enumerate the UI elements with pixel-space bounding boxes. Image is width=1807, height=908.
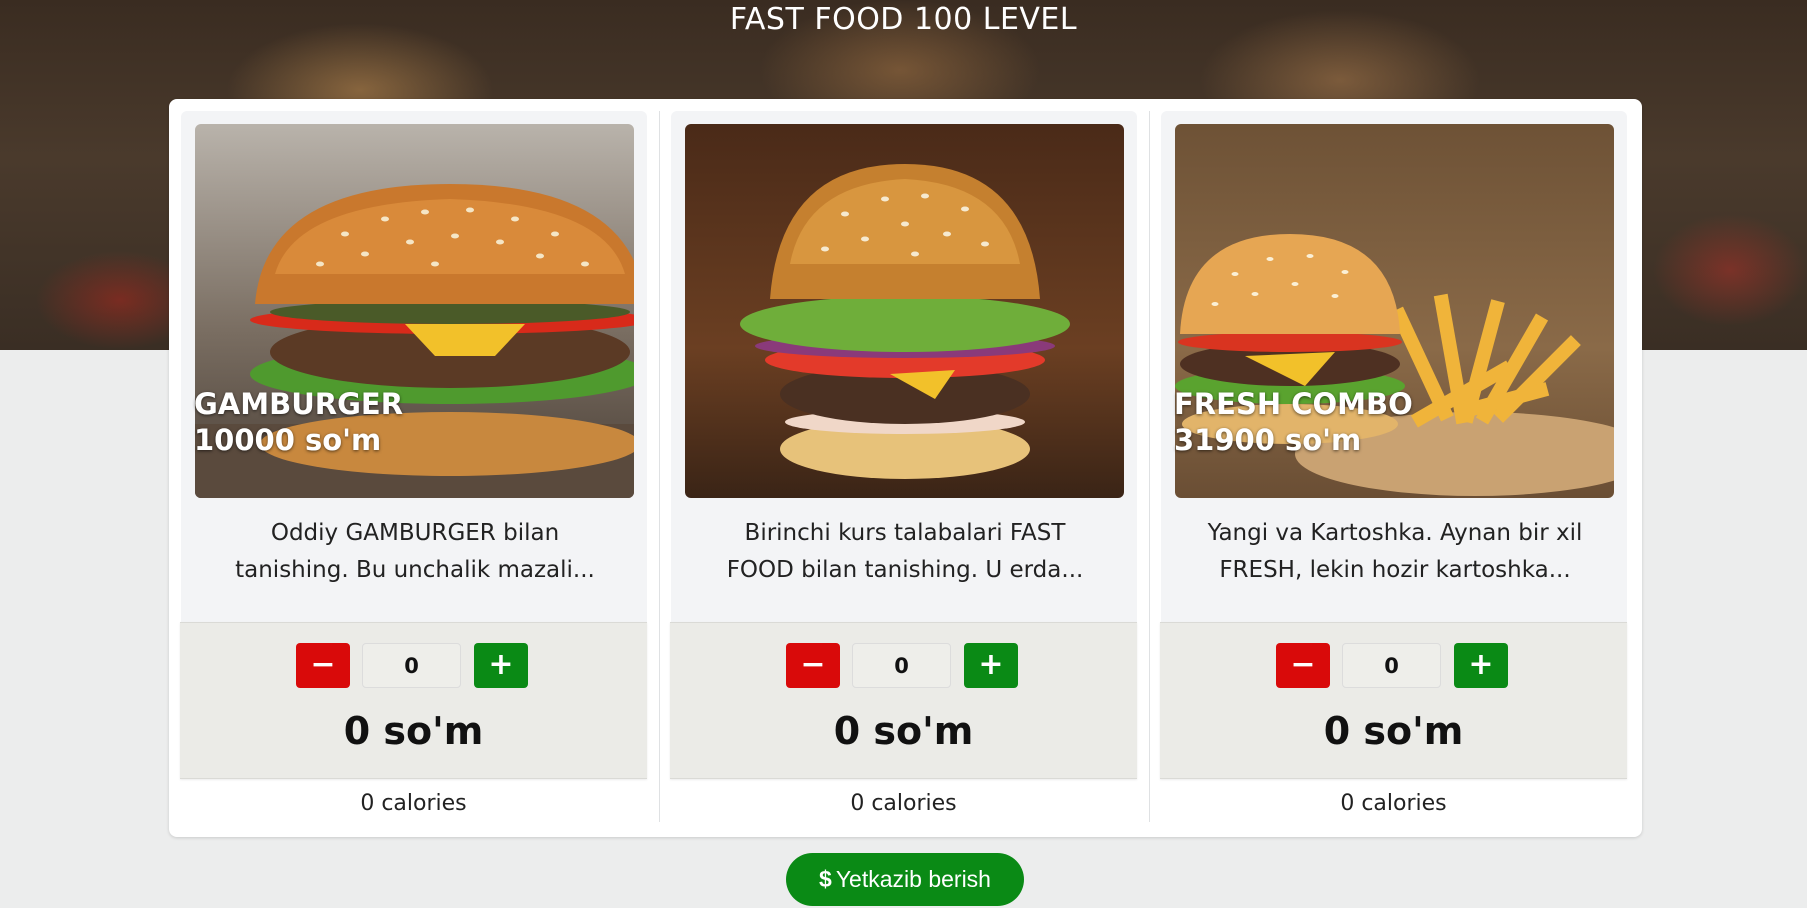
description-line: FOOD bilan tanishing. U erda... — [726, 557, 1084, 583]
product-card-2: Birinchi kurs talabalari FAST FOOD bilan… — [659, 111, 1137, 822]
decrease-button[interactable]: − — [1276, 643, 1330, 688]
decrease-button[interactable]: − — [296, 643, 350, 688]
product-price: 10000 so'm — [194, 423, 382, 457]
quantity-input[interactable] — [852, 643, 951, 688]
delivery-button[interactable]: $ Yetkazib berish — [786, 853, 1024, 906]
product-card-fresh-combo: FRESH COMBO 31900 so'm Yangi va Kartoshk… — [1149, 111, 1627, 822]
product-description: Birinchi kurs talabalari FAST FOOD bilan… — [709, 515, 1101, 589]
quantity-input[interactable] — [1342, 643, 1441, 688]
product-image — [685, 124, 1124, 498]
description-line: Birinchi kurs talabalari FAST — [744, 520, 1066, 546]
item-total: 0 so'm — [833, 709, 974, 753]
dollar-icon: $ — [819, 866, 832, 892]
item-total: 0 so'm — [1323, 709, 1464, 753]
delivery-button-label: Yetkazib berish — [835, 866, 991, 892]
description-line: tanishing. Bu unchalik mazali... — [235, 557, 595, 583]
quantity-controls: − + 0 so'm — [670, 622, 1137, 779]
product-description: Oddiy GAMBURGER bilan tanishing. Bu unch… — [219, 515, 611, 589]
product-name: FRESH COMBO — [1174, 387, 1413, 421]
page-title: FAST FOOD 100 LEVEL — [729, 2, 1078, 37]
calories-label: 0 calories — [1340, 791, 1447, 816]
increase-button[interactable]: + — [474, 643, 528, 688]
product-card-gamburger: GAMBURGER 10000 so'm Oddiy GAMBURGER bil… — [169, 111, 647, 822]
calories-label: 0 calories — [360, 791, 467, 816]
product-price: 31900 so'm — [1174, 423, 1362, 457]
description-line: Oddiy GAMBURGER bilan — [270, 520, 560, 546]
decrease-button[interactable]: − — [786, 643, 840, 688]
quantity-controls: − + 0 so'm — [1160, 622, 1627, 779]
item-total: 0 so'm — [343, 709, 484, 753]
description-line: FRESH, lekin hozir kartoshka... — [1219, 557, 1571, 583]
product-panel: GAMBURGER 10000 so'm Oddiy GAMBURGER bil… — [169, 99, 1642, 837]
quantity-controls: − + 0 so'm — [180, 622, 647, 779]
increase-button[interactable]: + — [1454, 643, 1508, 688]
product-name: GAMBURGER — [194, 387, 404, 421]
increase-button[interactable]: + — [964, 643, 1018, 688]
product-description: Yangi va Kartoshka. Aynan bir xil FRESH,… — [1199, 515, 1591, 589]
calories-label: 0 calories — [850, 791, 957, 816]
description-line: Yangi va Kartoshka. Aynan bir xil — [1207, 520, 1583, 546]
quantity-input[interactable] — [362, 643, 461, 688]
